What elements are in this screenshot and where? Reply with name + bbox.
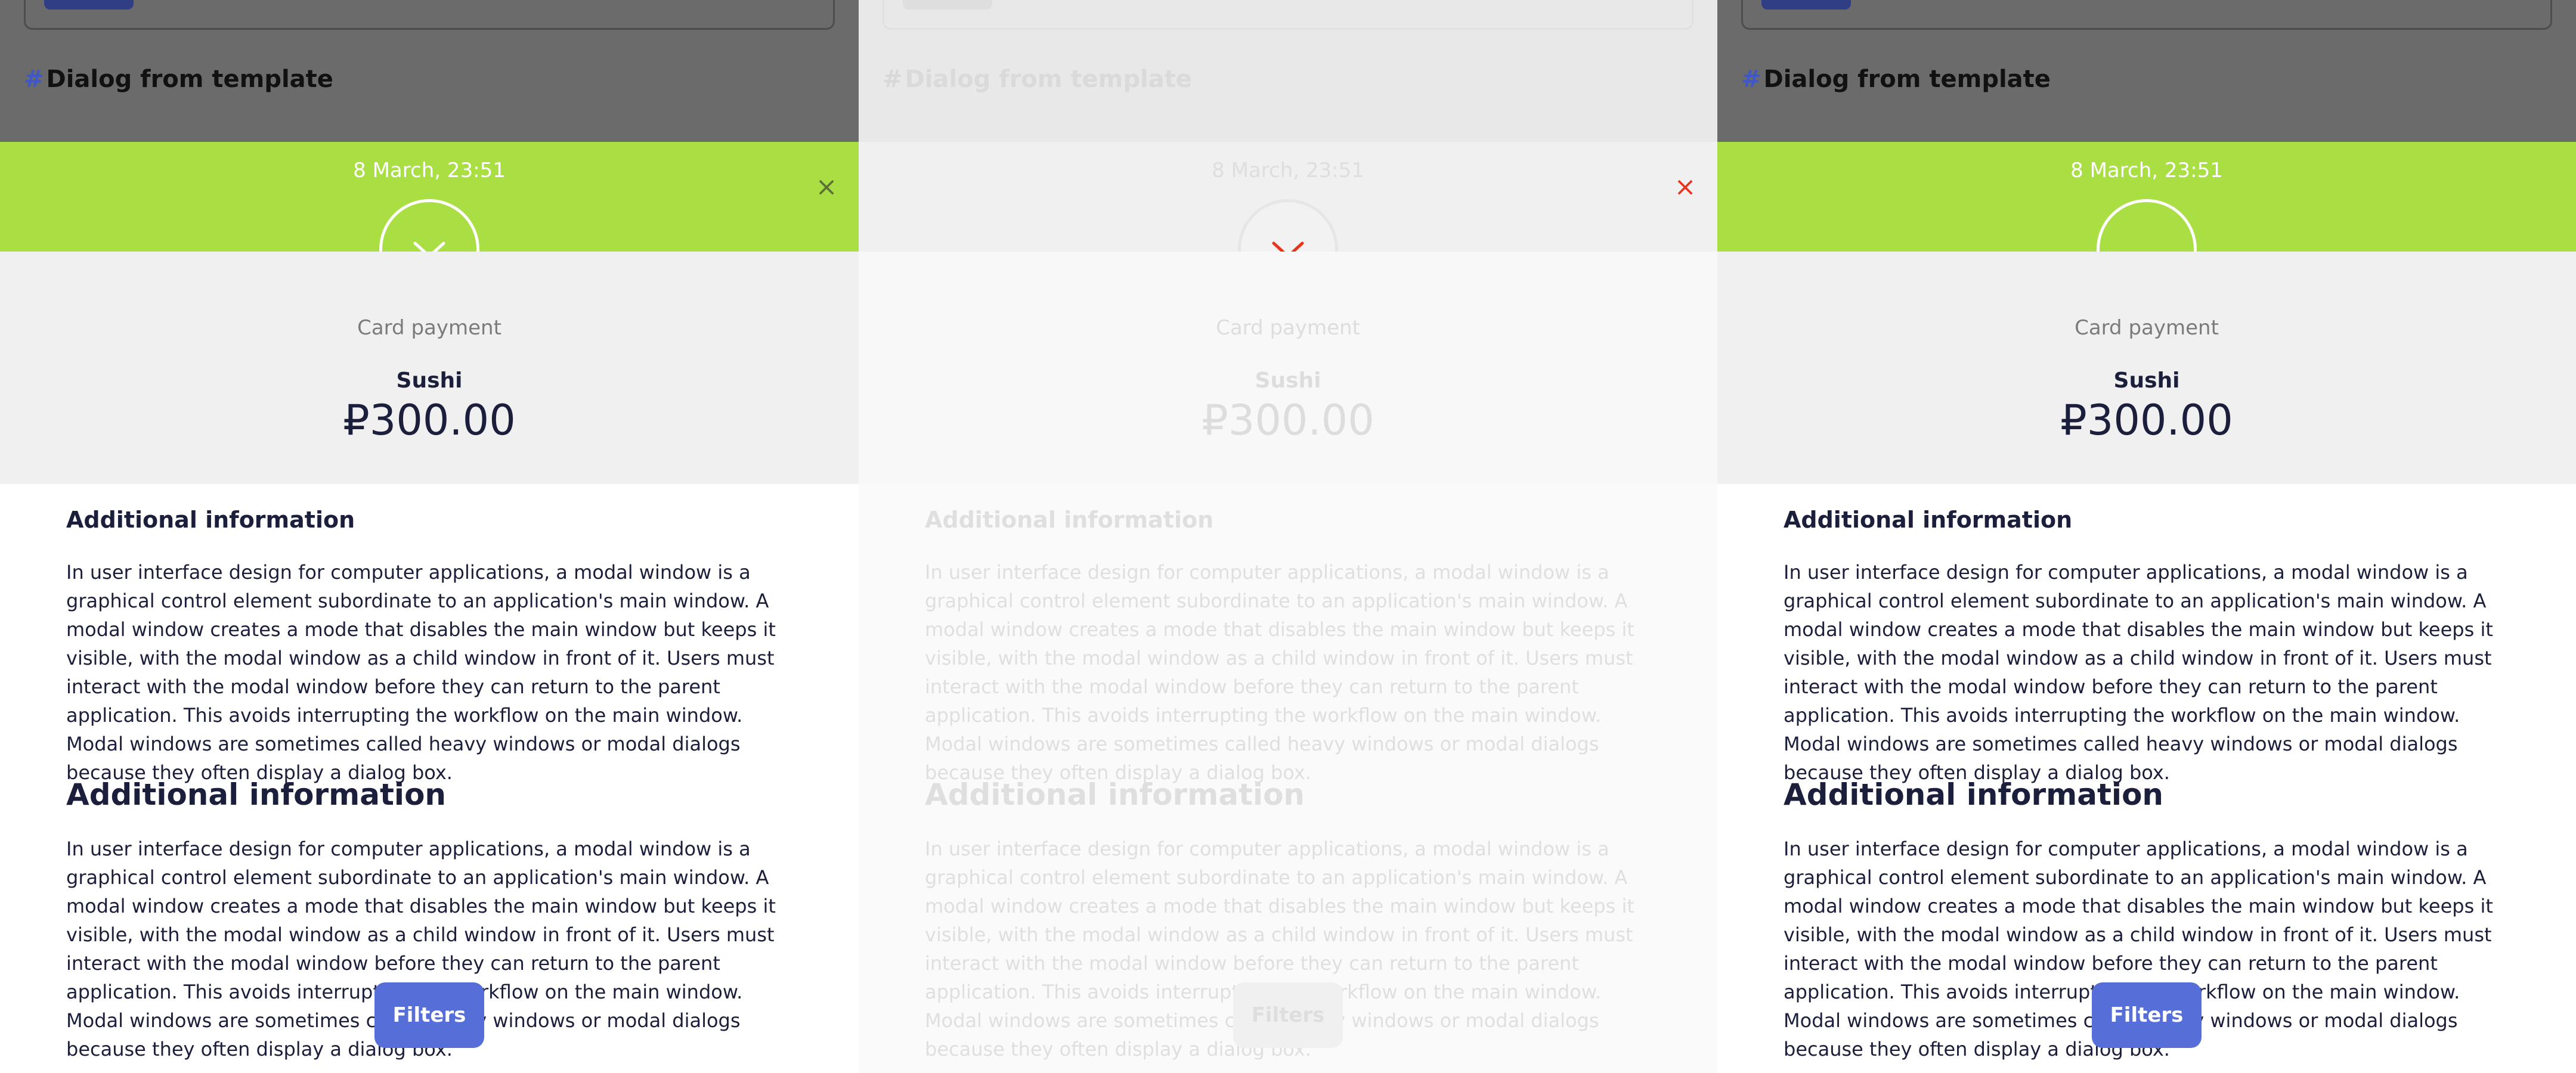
heading-additional-info-small: Additional information [66,507,355,533]
section-heading: # Dialog from template [883,66,1192,93]
payment-method: Card payment [1216,316,1360,340]
amount: ₽300.00 [1202,396,1374,445]
background-card [1741,0,2552,30]
payment-method: Card payment [2075,316,2219,340]
heading-additional-info-large: Additional information [925,777,1305,812]
background-button[interactable] [1761,0,1851,10]
background-card [883,0,1693,30]
dialog-date: 8 March, 23:51 [353,159,506,182]
section-title: Dialog from template [905,66,1192,93]
dialog-panel-3: # Dialog from template 8 March, 23:51 Car… [1717,0,2576,1073]
heading-additional-info-small: Additional information [925,507,1214,533]
paragraph-1: In user interface design for computer ap… [66,561,776,784]
payment-summary [0,252,859,484]
payment-summary [1717,252,2576,484]
heading-additional-info-small: Additional information [1784,507,2073,533]
dialog-panel-1: # Dialog from template 8 March, 23:51 × C… [0,0,859,1073]
section-heading: # Dialog from template [1741,66,2051,93]
section-title: Dialog from template [46,66,333,93]
filters-button[interactable]: Filters [374,982,484,1048]
filters-button[interactable]: Filters [2092,982,2202,1048]
dialog-date: 8 March, 23:51 [2070,159,2223,182]
heading-additional-info-large: Additional information [66,777,447,812]
paragraph-1: In user interface design for computer ap… [1784,561,2493,784]
payment-summary [859,252,1717,484]
section-title: Dialog from template [1763,66,2051,93]
background-button[interactable] [44,0,134,10]
section-hash[interactable]: # [883,66,903,93]
close-icon[interactable]: × [1673,174,1697,200]
item-title: Sushi [1255,368,1321,393]
item-title: Sushi [2113,368,2180,393]
filters-button[interactable]: Filters [1233,982,1343,1048]
amount: ₽300.00 [343,396,516,445]
item-title: Sushi [396,368,463,393]
close-icon[interactable]: × [815,174,838,200]
background-button[interactable] [903,0,992,10]
payment-method: Card payment [357,316,501,340]
dialog-date: 8 March, 23:51 [1212,159,1364,182]
section-hash[interactable]: # [1741,66,1761,93]
section-heading: # Dialog from template [24,66,333,93]
paragraph-1: In user interface design for computer ap… [925,561,1634,784]
section-hash[interactable]: # [24,66,44,93]
heading-additional-info-large: Additional information [1784,777,2164,812]
background-card [24,0,835,30]
dialog-panel-2: # Dialog from template 8 March, 23:51 × C… [859,0,1717,1073]
amount: ₽300.00 [2060,396,2233,445]
